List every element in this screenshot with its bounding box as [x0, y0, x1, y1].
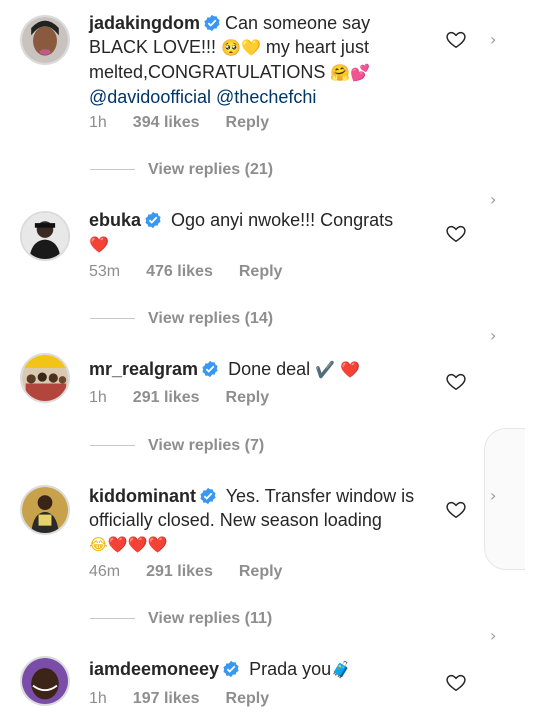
comment-text: ebuka Ogo anyi nwoke!!! Congrats ❤️ — [89, 208, 429, 257]
avatar-image — [22, 487, 68, 533]
check-mark-emoji: ✔️ — [315, 360, 336, 379]
verified-badge-icon — [145, 211, 161, 229]
comment-text: kiddominant Yes. Transfer window is offi… — [89, 484, 429, 557]
red-heart-emoji: ❤️ — [340, 360, 361, 379]
verified-badge-icon — [204, 14, 220, 32]
view-replies-label: View replies (11) — [148, 610, 273, 627]
avatar[interactable] — [20, 15, 70, 65]
mention-davidoofficial[interactable]: @davidoofficial — [89, 87, 211, 107]
pleading-face-emoji: 🥺 — [221, 38, 241, 57]
reply-button[interactable]: Reply — [226, 688, 270, 710]
luggage-emoji: 🧳 — [331, 660, 352, 679]
comment-meta: 53m 476 likes Reply — [89, 261, 282, 283]
view-replies-label: View replies (7) — [148, 437, 265, 454]
reply-button[interactable]: Reply — [239, 261, 283, 283]
divider — [90, 169, 135, 171]
avatar[interactable] — [20, 353, 70, 403]
verified-badge-icon — [202, 360, 218, 378]
likes-count[interactable]: 197 likes — [133, 688, 200, 710]
likes-count[interactable]: 394 likes — [133, 112, 200, 134]
comment-body: Ogo anyi nwoke!!! Congrats — [171, 210, 394, 230]
username[interactable]: jadakingdom — [89, 13, 200, 33]
tears-of-joy-emoji: 😂 — [89, 535, 108, 554]
comment-text: jadakingdom Can someone say BLACK LOVE!!!… — [89, 11, 429, 109]
reply-button[interactable]: Reply — [239, 561, 283, 583]
two-hearts-emoji: 💕 — [350, 63, 371, 82]
mention-thechefchi[interactable]: @thechefchi — [216, 87, 316, 107]
reply-button[interactable]: Reply — [226, 387, 270, 409]
red-heart-emoji: ❤️ — [127, 535, 148, 554]
avatar[interactable] — [20, 656, 70, 706]
chevron-right-icon[interactable]: › — [490, 326, 496, 345]
heart-outline-icon[interactable] — [445, 222, 467, 244]
view-replies-button[interactable]: View replies (21) — [89, 159, 273, 181]
avatar-image — [22, 213, 68, 259]
divider — [90, 445, 135, 447]
chevron-right-icon[interactable]: › — [490, 30, 496, 49]
heart-outline-icon[interactable] — [445, 671, 467, 693]
avatar-image — [22, 355, 68, 401]
heart-outline-icon[interactable] — [445, 498, 467, 520]
hugging-face-emoji: 🤗 — [330, 63, 351, 82]
heart-outline-icon[interactable] — [445, 370, 467, 392]
comment-meta: 1h 394 likes Reply — [89, 112, 269, 134]
comment-text: iamdeemoneey Prada you🧳 — [89, 657, 429, 682]
avatar-image — [22, 17, 68, 63]
view-replies-label: View replies (14) — [148, 310, 274, 327]
username[interactable]: iamdeemoneey — [89, 659, 219, 679]
view-replies-button[interactable]: View replies (11) — [89, 608, 272, 630]
timestamp: 53m — [89, 263, 121, 280]
avatar[interactable] — [20, 211, 70, 261]
comment-body: Done deal — [228, 359, 311, 379]
comment-text: mr_realgram Done deal ✔️ ❤️ — [89, 357, 429, 382]
yellow-heart-emoji: 💛 — [240, 38, 261, 57]
chevron-right-icon[interactable]: › — [490, 190, 496, 209]
timestamp: 46m — [89, 563, 121, 580]
red-heart-emoji: ❤️ — [107, 535, 128, 554]
likes-count[interactable]: 476 likes — [146, 261, 213, 283]
timestamp: 1h — [89, 690, 107, 707]
chevron-right-icon[interactable]: › — [490, 626, 496, 645]
username[interactable]: kiddominant — [89, 486, 196, 506]
divider — [90, 318, 135, 320]
likes-count[interactable]: 291 likes — [146, 561, 213, 583]
timestamp: 1h — [89, 114, 107, 131]
comment-meta: 1h 197 likes Reply — [89, 688, 269, 710]
avatar-image — [22, 658, 68, 704]
view-replies-button[interactable]: View replies (7) — [89, 435, 264, 457]
avatar[interactable] — [20, 485, 70, 535]
heart-outline-icon[interactable] — [445, 28, 467, 50]
chevron-right-icon[interactable]: › — [490, 486, 496, 505]
red-heart-emoji: ❤️ — [89, 235, 109, 254]
comment-meta: 46m 291 likes Reply — [89, 561, 282, 583]
comment-meta: 1h 291 likes Reply — [89, 387, 269, 409]
likes-count[interactable]: 291 likes — [133, 387, 200, 409]
timestamp: 1h — [89, 389, 107, 406]
red-heart-emoji: ❤️ — [147, 535, 168, 554]
username[interactable]: ebuka — [89, 210, 141, 230]
verified-badge-icon — [223, 660, 239, 678]
comment-body: Prada you — [249, 659, 332, 679]
reply-button[interactable]: Reply — [226, 112, 270, 134]
divider — [90, 618, 135, 620]
view-replies-label: View replies (21) — [148, 161, 274, 178]
username[interactable]: mr_realgram — [89, 359, 198, 379]
view-replies-button[interactable]: View replies (14) — [89, 308, 273, 330]
verified-badge-icon — [200, 487, 216, 505]
